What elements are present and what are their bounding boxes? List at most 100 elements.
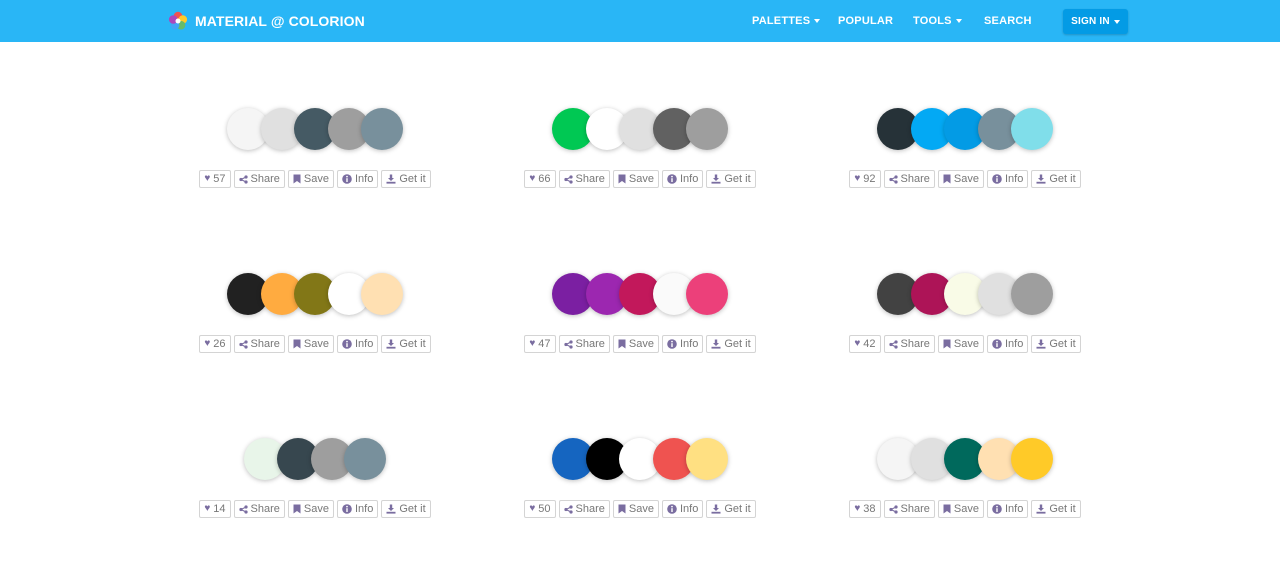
share-icon (563, 174, 573, 184)
get-it-button[interactable]: Get it (381, 500, 431, 518)
share-button[interactable]: Share (233, 170, 285, 188)
save-label: Save (628, 173, 654, 185)
share-label: Share (250, 173, 280, 185)
brand-name: MATERIAL @ COLORION (195, 13, 365, 29)
like-button[interactable]: ♥ 92 (849, 170, 881, 188)
palette-card: ♥ 57 Share Save Info Get it (197, 106, 433, 188)
info-icon (342, 504, 352, 514)
download-icon (1036, 174, 1046, 184)
nav-tools[interactable]: TOOLS (913, 0, 962, 42)
info-button[interactable]: Info (661, 500, 704, 518)
download-icon (1036, 339, 1046, 349)
info-icon (667, 339, 677, 349)
palette-swatches[interactable] (522, 436, 758, 481)
bookmark-icon (618, 339, 626, 349)
info-label: Info (1004, 173, 1024, 185)
color-swatch[interactable] (361, 273, 403, 315)
save-button[interactable]: Save (612, 170, 659, 188)
save-button[interactable]: Save (287, 335, 334, 353)
palette-swatches[interactable] (847, 106, 1083, 151)
info-button[interactable]: Info (986, 500, 1029, 518)
info-label: Info (1004, 338, 1024, 350)
get-it-button[interactable]: Get it (381, 170, 431, 188)
info-button[interactable]: Info (661, 170, 704, 188)
get-it-button[interactable]: Get it (1031, 170, 1081, 188)
brand-logo-link[interactable]: MATERIAL @ COLORION (166, 10, 365, 32)
share-button[interactable]: Share (883, 335, 935, 353)
palette-swatches[interactable] (197, 106, 433, 151)
like-button[interactable]: ♥ 14 (199, 500, 231, 518)
palette-card: ♥ 14 Share Save Info Get it (197, 436, 433, 518)
bookmark-icon (618, 504, 626, 514)
download-icon (386, 174, 396, 184)
share-icon (238, 174, 248, 184)
sign-in-button[interactable]: SIGN IN (1063, 9, 1128, 34)
heart-icon: ♥ (854, 173, 861, 184)
palette-swatches[interactable] (522, 271, 758, 316)
info-button[interactable]: Info (336, 170, 379, 188)
palette-swatches[interactable] (197, 271, 433, 316)
share-button[interactable]: Share (233, 500, 285, 518)
info-button[interactable]: Info (336, 500, 379, 518)
get-it-button[interactable]: Get it (1031, 335, 1081, 353)
info-icon (667, 174, 677, 184)
palette-swatches[interactable] (197, 436, 433, 481)
save-button[interactable]: Save (612, 500, 659, 518)
share-button[interactable]: Share (558, 170, 610, 188)
share-button[interactable]: Share (558, 335, 610, 353)
like-button[interactable]: ♥ 42 (849, 335, 881, 353)
palette-swatches[interactable] (847, 436, 1083, 481)
get-it-label: Get it (399, 173, 426, 185)
save-button[interactable]: Save (287, 500, 334, 518)
save-label: Save (303, 173, 329, 185)
palette-swatches[interactable] (522, 106, 758, 151)
get-it-label: Get it (399, 503, 426, 515)
share-button[interactable]: Share (558, 500, 610, 518)
save-button[interactable]: Save (937, 335, 984, 353)
download-icon (386, 339, 396, 349)
get-it-button[interactable]: Get it (706, 335, 756, 353)
share-label: Share (900, 338, 930, 350)
save-button[interactable]: Save (937, 500, 984, 518)
nav-palettes[interactable]: PALETTES (752, 0, 821, 42)
get-it-button[interactable]: Get it (1031, 500, 1081, 518)
pinwheel-logo-icon (168, 11, 188, 30)
color-swatch[interactable] (1011, 273, 1053, 315)
like-button[interactable]: ♥ 50 (524, 500, 556, 518)
nav-popular[interactable]: POPULAR (838, 0, 893, 42)
info-button[interactable]: Info (986, 335, 1029, 353)
get-it-button[interactable]: Get it (706, 500, 756, 518)
color-swatch[interactable] (686, 273, 728, 315)
get-it-button[interactable]: Get it (381, 335, 431, 353)
share-label: Share (250, 503, 280, 515)
info-button[interactable]: Info (661, 335, 704, 353)
info-button[interactable]: Info (336, 335, 379, 353)
color-swatch[interactable] (1011, 108, 1053, 150)
like-button[interactable]: ♥ 57 (199, 170, 231, 188)
color-swatch[interactable] (686, 108, 728, 150)
palette-actions: ♥ 38 Share Save Info Get it (847, 500, 1083, 518)
save-button[interactable]: Save (937, 170, 984, 188)
color-swatch[interactable] (361, 108, 403, 150)
share-button[interactable]: Share (883, 500, 935, 518)
like-button[interactable]: ♥ 38 (849, 500, 881, 518)
color-swatch[interactable] (344, 438, 387, 480)
palette-swatches[interactable] (847, 271, 1083, 316)
info-button[interactable]: Info (986, 170, 1029, 188)
download-icon (711, 174, 721, 184)
nav-search[interactable]: SEARCH (984, 0, 1032, 42)
like-button[interactable]: ♥ 66 (524, 170, 556, 188)
color-swatch[interactable] (686, 438, 728, 480)
like-button[interactable]: ♥ 47 (524, 335, 556, 353)
color-swatch[interactable] (1011, 438, 1053, 480)
get-it-label: Get it (1049, 503, 1076, 515)
like-button[interactable]: ♥ 26 (199, 335, 231, 353)
share-button[interactable]: Share (883, 170, 935, 188)
share-button[interactable]: Share (233, 335, 285, 353)
share-label: Share (575, 173, 605, 185)
save-button[interactable]: Save (612, 335, 659, 353)
get-it-button[interactable]: Get it (706, 170, 756, 188)
save-button[interactable]: Save (287, 170, 334, 188)
caret-down-icon (1113, 19, 1120, 24)
palette-card: ♥ 66 Share Save Info Get it (522, 106, 758, 188)
